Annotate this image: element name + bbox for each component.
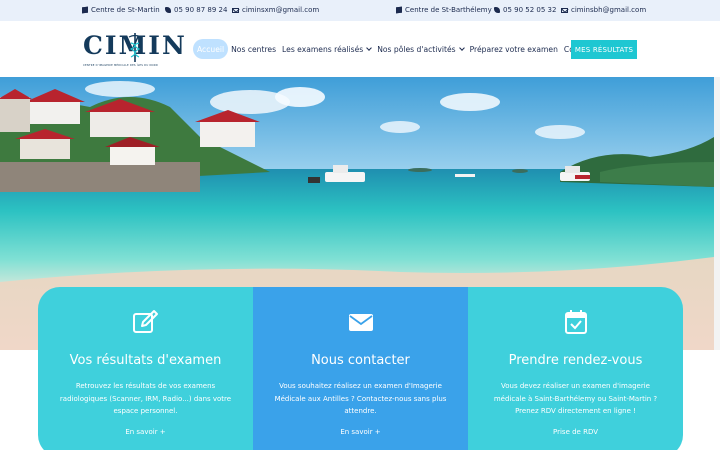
main-nav: Accueil Nos centres Les examens réalisés…	[193, 39, 596, 59]
map-icon	[396, 6, 402, 14]
phone-icon	[494, 7, 500, 13]
card-contact-link[interactable]: En savoir +	[253, 428, 468, 436]
site-header: CIMIN CENTRE D'IMAGERIE MÉDICALE DES ÎLE…	[0, 21, 720, 77]
feature-cards: Vos résultats d'examen Retrouvez les rés…	[38, 287, 683, 450]
card-rendez-vous[interactable]: Prendre rendez-vous Vous devez réaliser …	[468, 287, 683, 450]
nav-preparez[interactable]: Préparez votre examen	[467, 39, 561, 59]
caduceus-icon	[128, 33, 142, 62]
page-scrollbar[interactable]	[714, 77, 720, 350]
card-contact[interactable]: Nous contacter Vous souhaitez réalisez u…	[253, 287, 468, 450]
email-st-martin-label: ciminsxm@gmail.com	[242, 6, 320, 14]
nav-nos-centres[interactable]: Nos centres	[228, 39, 279, 59]
card-resultats-title: Vos résultats d'examen	[69, 353, 222, 368]
phone-st-barth[interactable]: 05 90 52 05 32	[494, 6, 556, 14]
email-st-martin[interactable]: ciminsxm@gmail.com	[232, 6, 319, 14]
site-logo[interactable]: CIMIN CENTRE D'IMAGERIE MÉDICALE DES ÎLE…	[83, 31, 185, 71]
email-st-barth[interactable]: ciminsbh@gmail.com	[561, 6, 646, 14]
mail-icon	[232, 7, 239, 13]
nav-examens-label: Les examens réalisés	[282, 44, 364, 54]
phone-st-martin-label: 05 90 87 89 24	[174, 6, 228, 14]
envelope-icon	[349, 314, 373, 331]
location-st-barth-label: Centre de St-Barthélemy	[405, 6, 492, 14]
chevron-down-icon	[458, 44, 465, 51]
calendar-check-icon	[565, 310, 587, 334]
card-resultats[interactable]: Vos résultats d'examen Retrouvez les rés…	[38, 287, 253, 450]
card-resultats-text: Retrouvez les résultats de vos examens r…	[59, 382, 232, 416]
phone-icon	[165, 7, 171, 13]
card-contact-text: Vous souhaitez réalisez un examen d'Imag…	[274, 382, 447, 416]
nav-poles[interactable]: Nos pôles d'activités	[374, 39, 466, 59]
card-rendez-vous-title: Prendre rendez-vous	[508, 353, 643, 368]
chevron-down-icon	[366, 44, 373, 51]
edit-icon	[133, 310, 158, 333]
card-rendez-vous-link[interactable]: Prise de RDV	[468, 428, 683, 436]
nav-accueil[interactable]: Accueil	[193, 39, 229, 59]
location-st-martin-label: Centre de St-Martin	[91, 6, 160, 14]
mes-resultats-button[interactable]: MES RÉSULTATS	[571, 40, 637, 59]
location-st-martin[interactable]: Centre de St-Martin	[82, 6, 160, 14]
nav-accueil-label: Accueil	[197, 44, 225, 54]
location-st-barth[interactable]: Centre de St-Barthélemy	[396, 6, 492, 14]
phone-st-martin[interactable]: 05 90 87 89 24	[165, 6, 227, 14]
mail-icon	[561, 7, 568, 13]
card-rendez-vous-text: Vous devez réaliser un examen d'imagerie…	[493, 382, 658, 416]
logo-subtitle: CENTRE D'IMAGERIE MÉDICALE DES ÎLES DU N…	[83, 64, 159, 67]
email-st-barth-label: ciminsbh@gmail.com	[571, 6, 647, 14]
nav-poles-label: Nos pôles d'activités	[377, 44, 456, 54]
nav-examens[interactable]: Les examens réalisés	[279, 39, 374, 59]
card-contact-title: Nous contacter	[311, 353, 410, 368]
phone-st-barth-label: 05 90 52 05 32	[503, 6, 557, 14]
nav-nos-centres-label: Nos centres	[231, 44, 277, 54]
top-info-bar: Centre de St-Martin 05 90 87 89 24 cimin…	[0, 0, 720, 21]
nav-preparez-label: Préparez votre examen	[469, 44, 558, 54]
map-icon	[82, 6, 88, 14]
card-resultats-link[interactable]: En savoir +	[38, 428, 253, 436]
